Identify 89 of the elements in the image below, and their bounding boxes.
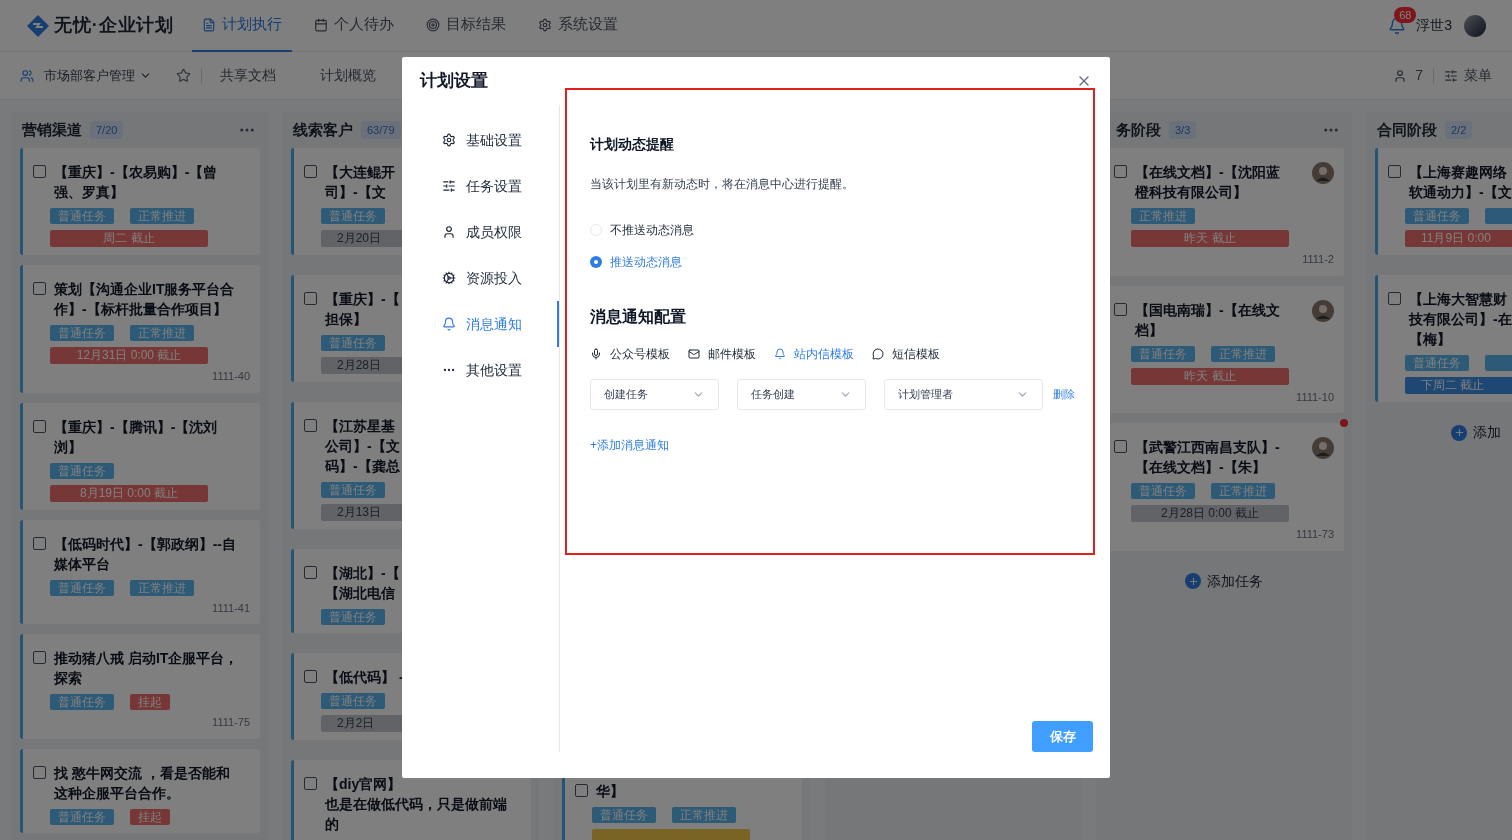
task-title-line: 的 (325, 815, 339, 834)
task-title-line: 作】-【标杆批量合作项目】 (54, 300, 227, 319)
column-title: 务阶段 (1116, 119, 1161, 140)
due-date-bar: 昨天 截止 (1131, 367, 1289, 385)
task-title-line: 司】-【文 (325, 183, 386, 202)
task-title-line: 【在线文档】-【沈阳蓝 (1135, 163, 1280, 182)
task-tag: 普通任务 (321, 335, 385, 351)
task-code: 1111-75 (212, 715, 250, 730)
task-tag: 挂起 (130, 808, 170, 825)
member-count: 7 (1415, 66, 1423, 85)
task-title-line: 媒体平台 (54, 554, 110, 574)
task-tag: 普通任务 (50, 325, 114, 341)
task-title-line: 探索 (54, 669, 82, 688)
column-count: 2/2 (1445, 121, 1473, 139)
task-tag: 正常推进 (130, 579, 194, 596)
task-tag: 普通任务 (321, 208, 385, 224)
task-tag: 普通任务 (50, 208, 114, 224)
task-title-line: 策划【沟通企业IT服务平台合 (54, 280, 235, 299)
task-tag: 正常推进 (130, 325, 194, 341)
task-tag: 普通任务 (50, 694, 114, 710)
task-tag: 普通任务 (50, 808, 114, 825)
task-tag: 正常推进 (1211, 483, 1275, 499)
due-date-bar: 昨天 截止 (1131, 230, 1289, 247)
task-title-line: 【国电南瑞】-【在线文 (1135, 300, 1280, 320)
task-title-line: 也是在做低代码，只是做前端 (325, 795, 507, 814)
task-title-line: 【江苏星基 (325, 417, 395, 436)
task-title-line: 码】-【龚总 (325, 457, 400, 476)
task-title-line: 【重庆】-【腾讯】-【沈刘 (54, 417, 218, 437)
dialog-title: 计划设置 (420, 70, 488, 93)
task-title-line: 【梅】 (1409, 330, 1451, 349)
task-title-line: 推动猪八戒 启动IT企服平台， (54, 649, 239, 668)
task-code: 1111-2 (1302, 252, 1334, 267)
column-title: 合同阶段 (1377, 119, 1437, 140)
section-title: 计划动态提醒 (590, 135, 675, 154)
due-date-bar: 2月28日 0:00 截止 (1131, 505, 1289, 522)
task-title-line: 担保】 (325, 310, 367, 329)
task-tag: 普通任务 (321, 693, 385, 709)
task-tag: 普通任务 (1405, 208, 1469, 224)
task-title-line: 【重庆】-【 (325, 290, 400, 309)
task-title-line: 【湖北电信 (325, 584, 395, 603)
task-title-line: 【上海赛趣网络 (1409, 163, 1507, 182)
task-tag: 普通任务 (592, 807, 656, 823)
task-tag: 正常推进 (130, 208, 194, 224)
task-tag: 普通任务 (321, 482, 385, 498)
section-title: 消息通知配置 (590, 307, 687, 327)
task-title-line: 华】 (596, 782, 624, 801)
task-code: 1111-40 (212, 369, 250, 384)
task-code: 1111-10 (1296, 389, 1334, 405)
app-logo: 无忧·企业计划 (54, 14, 175, 37)
due-date-bar: 12月31日 0:00 截止 (50, 347, 208, 364)
task-tag: 普通任务 (50, 579, 114, 596)
column-count: 3/3 (1169, 121, 1197, 139)
task-title-line: 橙科技有限公司】 (1135, 183, 1247, 202)
task-tag: 普通任务 (1131, 345, 1195, 362)
task-title-line: 【上海大智慧财 (1409, 290, 1507, 309)
task-title-line: 这种企服平台合作。 (54, 783, 180, 803)
task-title-line: 【低码时代】-【郭政纲】--自 (54, 534, 236, 554)
due-date-bar: 下周二 截止 (1405, 377, 1512, 394)
task-title-line: 档】 (1135, 320, 1163, 340)
task-title-line: 软通动力】-【文 (1409, 183, 1512, 202)
task-title-line: 【湖北】-【 (325, 564, 400, 583)
task-title-line: 强、罗真】 (54, 183, 124, 202)
task-tag: 普通任务 (50, 462, 114, 479)
task-tag: 正常推进 (1131, 208, 1195, 224)
task-tag: 挂起 (130, 694, 170, 710)
column-title: 线索客户 (293, 119, 353, 140)
task-title-line: 【大连鲲开 (325, 163, 395, 182)
task-title-line: 找 憨牛网交流 ，看是否能和 (54, 763, 230, 783)
task-tag: 正常推进 (1211, 345, 1275, 362)
due-date-bar: 8月19日 0:00 截止 (50, 484, 208, 502)
task-tag: 普通任务 (1131, 483, 1195, 499)
task-code: 1111-73 (1296, 527, 1334, 542)
task-tag: 普通任务 (1405, 355, 1469, 371)
task-code: 1111-41 (212, 600, 250, 616)
task-title-line: 【在线文档】-【朱】 (1135, 458, 1266, 477)
task-title-line: 技有限公司】-在 (1409, 310, 1512, 329)
due-date-bar: 11月9日 0:00 (1405, 230, 1512, 247)
notification-count-badge: 68 (1394, 6, 1417, 23)
task-tag: 正常推进 (672, 807, 736, 823)
task-title-line: 公司】-【文 (325, 437, 400, 456)
column-count: 7/20 (90, 121, 124, 139)
task-tag: 普通任务 (321, 609, 385, 625)
task-title-line: 浏】 (54, 437, 82, 457)
column-title: 营销渠道 (22, 119, 82, 140)
column-count: 63/79 (361, 121, 401, 139)
section-description: 当该计划里有新动态时，将在消息中心进行提醒。 (590, 176, 855, 193)
task-title-line: 【diy官网】 (325, 775, 402, 794)
task-title-line: 【武警江西南昌支队】- (1135, 438, 1280, 457)
task-title-line: 【重庆】-【农易购】-【曾 (54, 163, 218, 182)
